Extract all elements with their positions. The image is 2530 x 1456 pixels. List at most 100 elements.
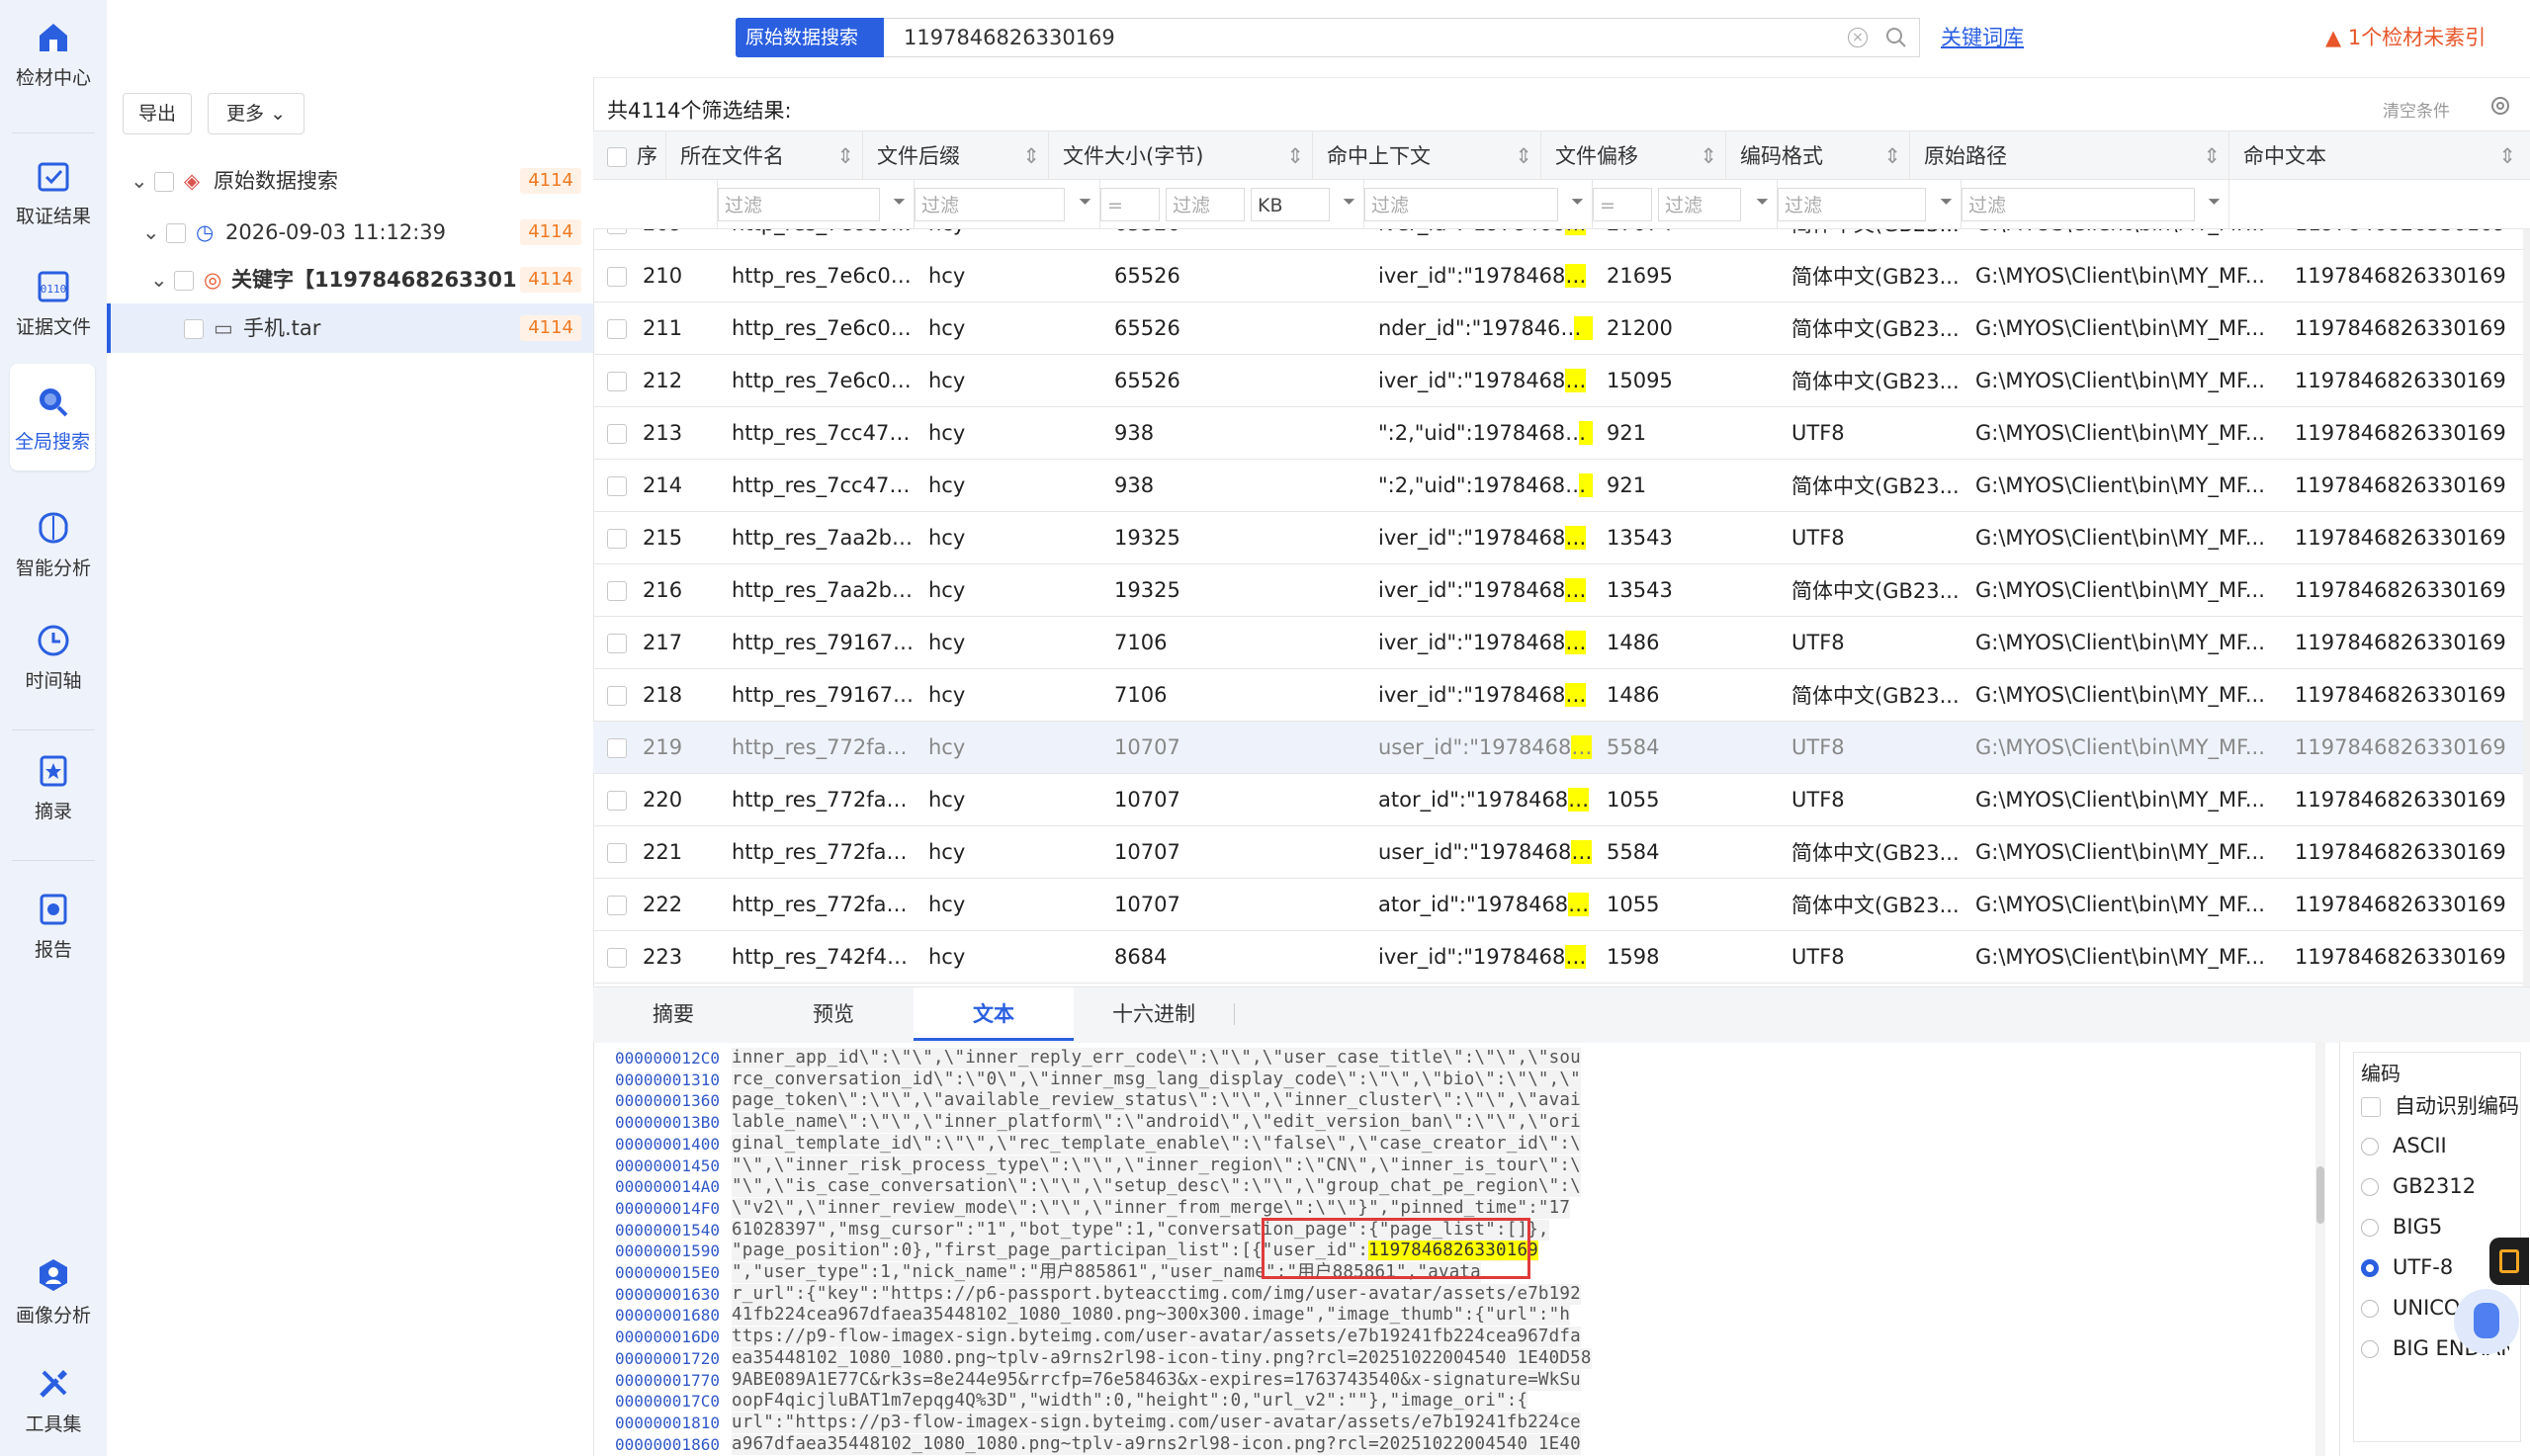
row-checkbox[interactable]: [607, 791, 627, 811]
nav-toolset[interactable]: 工具集: [0, 1364, 107, 1436]
chevron-down-icon[interactable]: ⌄: [142, 208, 160, 257]
row-checkbox[interactable]: [607, 372, 627, 391]
nav-report[interactable]: 报告: [0, 890, 107, 962]
col-header-filename[interactable]: 所在文件名 ⇕: [666, 131, 863, 181]
encoding-option-big5[interactable]: BIG5: [2361, 1212, 2442, 1242]
encoding-option-ascii[interactable]: ASCII: [2361, 1131, 2447, 1160]
row-checkbox[interactable]: [607, 529, 627, 549]
filter-icon[interactable]: ⏷: [1756, 192, 1769, 212]
chevron-down-icon[interactable]: ⌄: [131, 156, 148, 206]
tab-preview[interactable]: 预览: [753, 987, 914, 1041]
export-button[interactable]: 导出: [123, 93, 192, 134]
table-row[interactable]: 214http_res_7cc473d...hcy938":2,"uid":19…: [593, 459, 2523, 512]
row-checkbox[interactable]: [607, 948, 627, 968]
table-scrollbar[interactable]: [2523, 229, 2530, 986]
floating-toolbar-handle[interactable]: [2489, 1238, 2529, 1285]
col-header-encoding[interactable]: 编码格式 ⇕: [1726, 131, 1910, 181]
tab-text[interactable]: 文本: [914, 987, 1074, 1041]
row-checkbox[interactable]: [607, 843, 627, 863]
sort-icon[interactable]: ⇕: [1883, 131, 1901, 181]
nav-material-center[interactable]: 检材中心: [0, 18, 107, 90]
auto-detect-checkbox[interactable]: 自动识别编码: [2361, 1091, 2519, 1121]
filter-input-encoding[interactable]: 过滤: [1778, 188, 1926, 221]
filter-input-filename[interactable]: 过滤: [718, 188, 880, 221]
row-checkbox[interactable]: [607, 424, 627, 444]
table-row[interactable]: 212 http_res_7e6c05... hcy 65526 iver_id":"1…: [593, 354, 2523, 407]
search-icon[interactable]: [1885, 27, 1907, 48]
tree-node-search-time[interactable]: ⌄ ◷ 2026-09-03 11:12:39 4114: [107, 208, 593, 257]
filter-input-ext[interactable]: 过滤: [915, 188, 1065, 221]
nav-smart-analysis[interactable]: 智能分析: [0, 508, 107, 580]
row-checkbox[interactable]: [607, 267, 627, 287]
tree-node-raw-search[interactable]: ⌄ ◈ 原始数据搜索 4114: [107, 156, 593, 206]
table-row[interactable]: 221 http_res_772fa25... hcy 10707 user_id":"…: [593, 825, 2523, 879]
nav-profile-analysis[interactable]: 画像分析: [0, 1255, 107, 1328]
filter-input-size[interactable]: 过滤: [1166, 188, 1245, 221]
col-header-path[interactable]: 原始路径 ⇕: [1910, 131, 2229, 181]
tab-hex[interactable]: 十六进制: [1074, 987, 1234, 1041]
table-row[interactable]: 216 http_res_7aa2b7... hcy 19325 iver_id":"1…: [593, 563, 2523, 617]
col-header-ext[interactable]: 文件后缀 ⇕: [863, 131, 1049, 181]
col-header-context[interactable]: 命中上下文 ⇕: [1313, 131, 1541, 181]
table-row[interactable]: 217 http_res_791670... hcy 7106 iver_id":"19…: [593, 616, 2523, 669]
filter-input-offset[interactable]: 过滤: [1658, 188, 1741, 221]
table-row[interactable]: 211 http_res_7e6c05... hcy 65526 nder_id":"1…: [593, 301, 2523, 355]
row-checkbox[interactable]: [607, 581, 627, 601]
filter-icon[interactable]: ⏷: [1940, 192, 1953, 212]
filter-icon[interactable]: ⏷: [1571, 192, 1584, 212]
clear-conditions-link[interactable]: 清空条件: [2383, 97, 2450, 122]
filter-operator-offset[interactable]: =: [1593, 188, 1652, 221]
col-header-offset[interactable]: 文件偏移 ⇕: [1541, 131, 1726, 181]
tree-checkbox[interactable]: [174, 271, 194, 291]
nav-global-search[interactable]: 全局搜索: [10, 364, 95, 471]
viewer-scrollbar[interactable]: [2315, 1042, 2325, 1456]
filter-operator-size[interactable]: =: [1100, 188, 1160, 221]
search-input[interactable]: 1197846826330169 ×: [884, 18, 1920, 57]
col-header-hit[interactable]: 命中文本 ⇕: [2229, 131, 2530, 181]
tree-checkbox[interactable]: [154, 172, 174, 192]
sort-icon[interactable]: ⇕: [1515, 131, 1532, 181]
sort-icon[interactable]: ⇕: [1022, 131, 1040, 181]
table-row[interactable]: 222 http_res_772fa25... hcy 10707 ator_id":"…: [593, 878, 2523, 931]
sort-icon[interactable]: ⇕: [2203, 131, 2221, 181]
chevron-down-icon[interactable]: ⌄: [150, 255, 168, 304]
search-mode-select[interactable]: 原始数据搜索 ⌄: [736, 18, 884, 88]
table-row[interactable]: 220 http_res_772fa25... hcy 10707 ator_id":"…: [593, 773, 2523, 826]
row-checkbox[interactable]: [607, 476, 627, 496]
table-row[interactable]: 209http_res_7e6c05...hcy65526iver_id":"1…: [593, 229, 2523, 250]
more-button[interactable]: 更多 ⌄: [208, 93, 305, 134]
clear-icon[interactable]: ×: [1848, 28, 1868, 47]
sort-icon[interactable]: ⇕: [836, 131, 854, 181]
table-row[interactable]: 213http_res_7cc473d...hcy938":2,"uid":19…: [593, 406, 2523, 460]
filter-unit-size[interactable]: KB: [1251, 188, 1330, 221]
filter-icon[interactable]: ⏷: [1343, 192, 1355, 212]
encoding-option-gb2312[interactable]: GB2312: [2361, 1171, 2476, 1201]
nav-timeline[interactable]: 时间轴: [0, 621, 107, 693]
keyword-library-link[interactable]: 关键词库: [1941, 22, 2024, 51]
tree-checkbox[interactable]: [184, 319, 204, 339]
row-checkbox[interactable]: [607, 229, 627, 234]
filter-input-path[interactable]: 过滤: [1962, 188, 2195, 221]
nav-excerpt[interactable]: 摘录: [0, 751, 107, 823]
table-row[interactable]: 218 http_res_791670... hcy 7106 iver_id":"19…: [593, 668, 2523, 722]
tree-node-phone-tar[interactable]: ▭ 手机.tar 4114: [107, 303, 593, 353]
tree-node-keyword[interactable]: ⌄ ◎ 关键字【11978468263301... 4114: [107, 255, 593, 304]
warning-text[interactable]: ▲ 1个检材未素引: [2325, 22, 2486, 51]
row-checkbox[interactable]: [607, 634, 627, 653]
row-checkbox[interactable]: [607, 319, 627, 339]
col-header-no[interactable]: 序号: [593, 131, 666, 217]
sort-icon[interactable]: ⇕: [1286, 131, 1304, 181]
nav-forensic-results[interactable]: 取证结果: [0, 156, 107, 228]
encoding-option-utf8[interactable]: UTF-8: [2361, 1252, 2453, 1282]
filter-icon[interactable]: ⏷: [893, 192, 906, 212]
filter-icon[interactable]: ⏷: [1079, 192, 1091, 212]
tree-checkbox[interactable]: [166, 223, 186, 243]
select-all-checkbox[interactable]: [607, 147, 627, 167]
sort-icon[interactable]: ⇕: [2498, 131, 2516, 181]
row-checkbox[interactable]: [607, 896, 627, 915]
assistant-bubble[interactable]: [2454, 1289, 2519, 1354]
text-viewer[interactable]: 000000012C0 inner_app_id\":\"\",\"inner_r…: [593, 1042, 2333, 1456]
row-checkbox[interactable]: [607, 686, 627, 706]
table-row[interactable]: 219 http_res_772fa25... hcy 10707 user_id":"…: [593, 721, 2523, 774]
filter-icon[interactable]: ⏷: [2208, 192, 2221, 212]
